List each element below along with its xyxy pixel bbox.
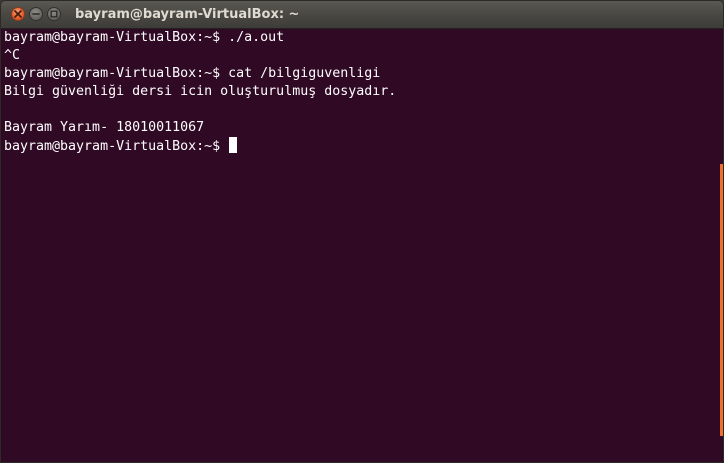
scrollbar[interactable]: [720, 29, 723, 462]
scrollbar-thumb[interactable]: [720, 164, 723, 436]
terminal-window: bayram@bayram-VirtualBox: ~ bayram@bayra…: [0, 0, 724, 463]
terminal-output[interactable]: bayram@bayram-VirtualBox:~$ ./a.out ^C b…: [1, 29, 723, 462]
terminal-line: bayram@bayram-VirtualBox:~$ ./a.out: [4, 30, 285, 45]
maximize-icon: [50, 10, 58, 18]
close-icon: [14, 10, 22, 18]
title-bar[interactable]: bayram@bayram-VirtualBox: ~: [1, 1, 723, 29]
minimize-icon: [32, 13, 40, 15]
terminal-prompt-line[interactable]: bayram@bayram-VirtualBox:~$: [4, 137, 723, 155]
window-controls: [11, 7, 61, 23]
terminal-line: Bilgi güvenliği dersi icin oluşturulmuş …: [4, 84, 397, 99]
terminal-line: ^C: [4, 48, 21, 63]
maximize-button[interactable]: [47, 7, 61, 21]
prompt-text: bayram@bayram-VirtualBox:~$: [4, 139, 229, 154]
text-cursor: [229, 137, 238, 153]
close-button[interactable]: [11, 7, 25, 21]
minimize-button[interactable]: [29, 7, 43, 21]
window-title: bayram@bayram-VirtualBox: ~: [75, 7, 300, 22]
terminal-line: Bayram Yarım- 18010011067: [4, 120, 205, 135]
terminal-line: bayram@bayram-VirtualBox:~$ cat /bilgigu…: [4, 66, 381, 81]
